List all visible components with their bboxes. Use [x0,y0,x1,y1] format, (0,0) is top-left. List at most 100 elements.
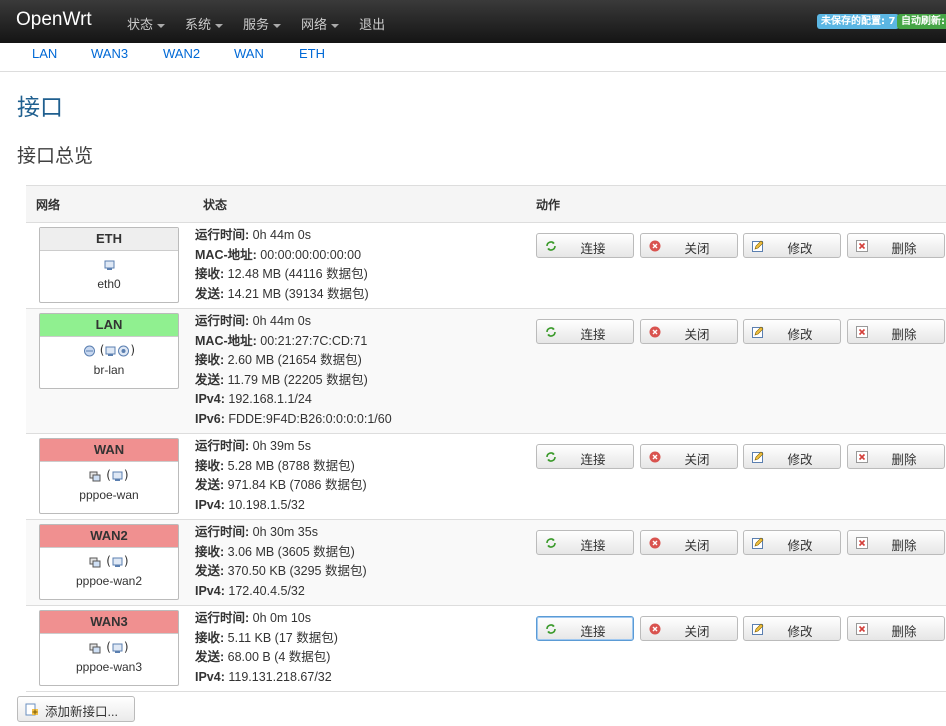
status-value: 00:21:27:7C:CD:71 [256,333,368,348]
delete-button[interactable]: 删除 [847,530,945,555]
caret-down-icon [215,23,224,28]
button-label: 删除 [891,625,917,639]
status-label: 运行时间: [195,525,250,539]
pppoe-tunnel-icon [89,471,101,481]
status-value: 0h 0m 10s [249,611,312,625]
interface-status: 运行时间: 0h 30m 35s 接收: 3.06 MB (3605 数据包) 发送… [195,523,367,601]
interface-device: eth0 [97,277,121,291]
interface-device-icons: () () [40,640,178,658]
page-title: 接口 [17,95,63,121]
status-label: 接收: [195,353,225,367]
stop-button[interactable]: 关闭 [640,530,738,555]
status-value: 192.168.1.1/24 [224,392,312,406]
button-label: 连接 [580,453,606,467]
table-row: ETH eth0 运行时间: 0h 44m 0s MAC-地址: 00:00:00:0… [26,223,946,309]
table-body: ETH eth0 运行时间: 0h 44m 0s MAC-地址: 00:00:00:0… [26,223,946,692]
status-label: 发送: [195,650,225,664]
menu-system[interactable]: 系统 [185,14,224,33]
status-label: 发送: [195,478,225,492]
interface-name: ETH [40,228,178,251]
interface-tabs: LAN WAN3 WAN2 WAN ETH [0,44,946,72]
status-label: 运行时间: [195,611,250,625]
connect-button[interactable]: 连接 [536,530,634,555]
caret-down-icon [157,23,166,28]
edit-button[interactable]: 修改 [743,319,841,344]
delete-button[interactable]: 删除 [847,444,945,469]
top-navbar: OpenWrt 状态 系统 服务 网络 退出 未保存的配置: 7 自动刷新: 开 [0,0,946,43]
interface-device-icons: () () [40,468,178,486]
brand-logo[interactable]: OpenWrt [16,9,92,31]
main-menu: 状态 系统 服务 网络 退出 [127,14,405,33]
stop-button[interactable]: 关闭 [640,233,738,258]
header-status: 状态 [203,198,228,212]
edit-button[interactable]: 修改 [743,530,841,555]
status-line: IPv6: FDDE:9F4D:B26:0:0:0:0:1/60 [195,410,392,430]
add-interface-button[interactable]: 添加新接口... [17,696,135,722]
status-value: 0h 44m 0s [249,228,312,242]
status-value: 971.84 KB (7086 数据包) [224,478,367,492]
connect-button[interactable]: 连接 [536,233,634,258]
status-line: IPv4: 192.168.1.1/24 [195,390,392,410]
status-label: 接收: [195,630,225,645]
button-label: 连接 [580,242,606,256]
connect-button[interactable]: 连接 [536,444,634,469]
unsaved-changes-badge[interactable]: 未保存的配置: 7 [817,14,900,29]
edit-button[interactable]: 修改 [743,444,841,469]
status-line: 发送: 971.84 KB (7086 数据包) [195,476,367,496]
auto-refresh-badge[interactable]: 自动刷新: 开 [897,14,946,29]
connect-button[interactable]: 连接 [536,319,634,344]
button-label: 关闭 [684,539,710,553]
caret-down-icon [273,23,282,28]
menu-services[interactable]: 服务 [243,14,282,33]
delete-button[interactable]: 删除 [847,233,945,258]
connect-button[interactable]: 连接 [536,616,634,641]
delete-button[interactable]: 删除 [847,616,945,641]
stop-button[interactable]: 关闭 [640,319,738,344]
status-line: IPv4: 10.198.1.5/32 [195,496,367,516]
status-line: 运行时间: 0h 44m 0s [195,226,369,246]
interface-status: 运行时间: 0h 44m 0s MAC-地址: 00:00:00:00:00:00… [195,226,369,304]
section-title: 接口总览 [17,145,94,167]
interface-badge: LAN () () br-lan [39,313,179,389]
status-value: 0h 30m 35s [249,525,318,539]
delete-button[interactable]: 删除 [847,319,945,344]
button-label: 连接 [580,625,606,639]
button-label: 关闭 [684,453,710,467]
table-row: WAN2() ()pppoe-wan2运行时间: 0h 30m 35s接收: 3… [26,520,946,606]
button-label: 删除 [891,242,917,256]
menu-logout[interactable]: 退出 [359,14,385,33]
status-value: 370.50 KB (3295 数据包) [224,564,367,578]
status-line: 接收: 2.60 MB (21654 数据包) [195,351,392,371]
status-value: 00:00:00:00:00:00 [256,247,362,262]
add-interface-label: 添加新接口... [45,705,118,719]
menu-network[interactable]: 网络 [301,14,340,33]
tab-eth[interactable]: ETH [299,46,325,61]
status-value: 68.00 B (4 数据包) [224,650,331,664]
ethernet-port-icon [104,260,114,270]
status-label: MAC-地址: [195,333,257,348]
status-line: 运行时间: 0h 30m 35s [195,523,367,543]
stop-button[interactable]: 关闭 [640,616,738,641]
status-label: 接收: [195,267,225,281]
edit-button[interactable]: 修改 [743,616,841,641]
tab-wan2[interactable]: WAN2 [163,46,200,61]
status-line: 发送: 68.00 B (4 数据包) [195,648,338,668]
tab-lan[interactable]: LAN [32,46,57,61]
status-line: 发送: 14.21 MB (39134 数据包) [195,285,369,305]
network-device-icon [112,471,123,481]
stop-button[interactable]: 关闭 [640,444,738,469]
tab-wan3[interactable]: WAN3 [91,46,128,61]
status-label: IPv4: [195,392,225,406]
status-line: 接收: 5.11 KB (17 数据包) [195,629,338,649]
status-value: 5.28 MB (8788 数据包) [224,458,355,473]
menu-status[interactable]: 状态 [127,14,166,33]
button-label: 修改 [787,242,813,256]
tab-wan[interactable]: WAN [234,46,264,61]
interface-badge: ETH eth0 [39,227,179,303]
edit-button[interactable]: 修改 [743,233,841,258]
status-value: 0h 39m 5s [249,439,312,453]
button-label: 修改 [787,328,813,342]
interface-device: pppoe-wan [79,488,139,502]
header-actions: 动作 [536,198,561,212]
status-label: IPv4: [195,583,225,598]
